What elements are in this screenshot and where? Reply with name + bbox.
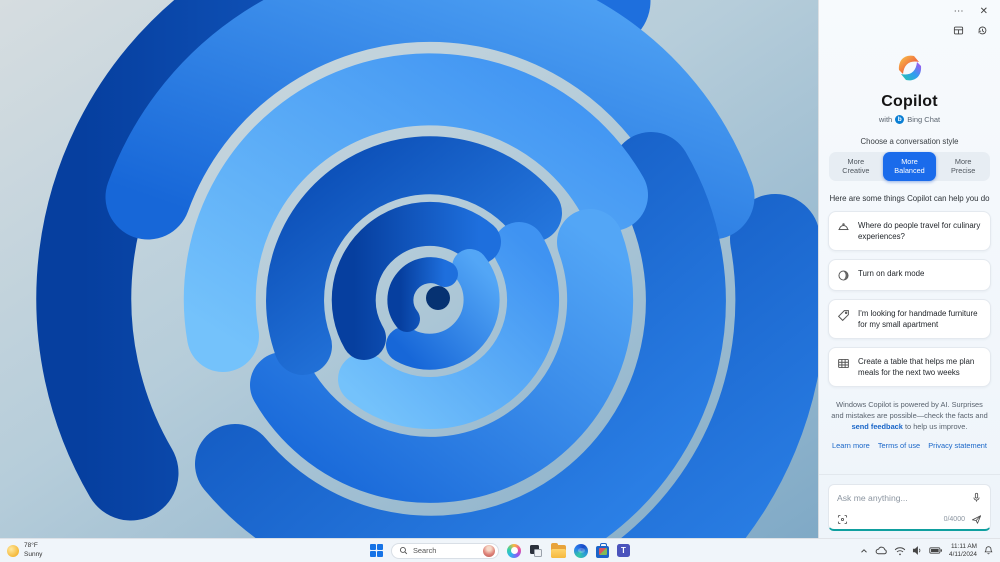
search-box[interactable]: Search — [391, 542, 499, 559]
terms-of-use-link[interactable]: Terms of use — [878, 441, 920, 450]
panel-title: Copilot — [881, 93, 938, 110]
disclaimer-text: Windows Copilot is powered by AI. Surpri… — [831, 400, 988, 421]
bing-logo-icon: b — [895, 115, 905, 124]
suggestion-text: I'm looking for handmade furniture for m… — [858, 309, 978, 330]
weather-widget[interactable]: 78°F Sunny — [7, 542, 42, 558]
panel-subtitle: with b Bing Chat — [819, 115, 1000, 124]
tag-icon — [837, 308, 850, 330]
privacy-statement-link[interactable]: Privacy statement — [928, 441, 987, 450]
disclaimer-text-2: to help us improve. — [902, 421, 968, 431]
microsoft-store-icon[interactable] — [596, 542, 609, 558]
taskbar: 78°F Sunny Search T 11:11 AM 4/11/2024 — [0, 538, 1000, 562]
wifi-icon[interactable] — [894, 546, 906, 556]
start-button[interactable] — [370, 544, 383, 557]
style-more-creative[interactable]: More Creative — [829, 152, 883, 181]
file-explorer-icon[interactable] — [551, 542, 566, 558]
conversation-style-picker: More Creative More Balanced More Precise — [829, 152, 990, 181]
subtitle-prefix: with — [878, 115, 893, 124]
style-more-balanced[interactable]: More Balanced — [882, 152, 937, 181]
hidden-icons-chevron[interactable] — [859, 546, 869, 556]
send-feedback-link[interactable]: send feedback — [852, 422, 903, 431]
dark-mode-icon — [837, 268, 850, 282]
layout-grid-icon[interactable] — [953, 25, 964, 36]
clock[interactable]: 11:11 AM 4/11/2024 — [949, 543, 977, 559]
more-options-icon[interactable]: ⋯ — [954, 7, 964, 17]
subtitle-brand: Bing Chat — [907, 115, 941, 124]
bloom-wallpaper-art — [0, 0, 820, 539]
tray-time: 11:11 AM — [950, 542, 977, 550]
sun-icon — [7, 544, 19, 557]
suggestion-cards: Where do people travel for culinary expe… — [819, 203, 1000, 388]
weather-condition: Sunny — [24, 550, 43, 558]
teams-icon[interactable]: T — [617, 544, 630, 557]
search-highlight-image — [483, 544, 495, 557]
copilot-logo-icon — [892, 50, 928, 86]
task-view-icon[interactable] — [529, 544, 543, 558]
suggestion-card-meal-table[interactable]: Create a table that helps me plan meals … — [828, 347, 991, 388]
learn-more-link[interactable]: Learn more — [832, 441, 870, 450]
ask-input[interactable] — [837, 492, 965, 503]
search-icon — [399, 546, 408, 555]
history-icon[interactable] — [977, 25, 988, 36]
battery-icon[interactable] — [929, 546, 943, 555]
screenshot-icon[interactable] — [837, 514, 848, 525]
notification-bell-icon[interactable] — [983, 545, 994, 556]
microphone-icon[interactable] — [971, 492, 982, 503]
suggestion-card-dark-mode[interactable]: Turn on dark mode — [828, 259, 991, 292]
system-tray: 11:11 AM 4/11/2024 — [859, 543, 994, 559]
suggestion-card-furniture[interactable]: I'm looking for handmade furniture for m… — [828, 299, 991, 340]
suggestion-text: Create a table that helps me plan meals … — [858, 357, 975, 378]
tray-date: 4/11/2024 — [949, 550, 977, 558]
composer-area: 0/4000 — [819, 474, 1000, 539]
suggestion-card-culinary[interactable]: Where do people travel for culinary expe… — [828, 210, 991, 252]
taskbar-center: Search T — [370, 542, 630, 559]
onedrive-cloud-icon[interactable] — [875, 545, 888, 556]
suggestions-heading: Here are some things Copilot can help yo… — [829, 193, 990, 203]
style-more-precise[interactable]: More Precise — [936, 152, 990, 181]
suggestion-text: Where do people travel for culinary expe… — [858, 220, 981, 242]
search-label: Search — [413, 546, 437, 555]
cloche-icon — [837, 220, 850, 242]
volume-icon[interactable] — [912, 545, 923, 556]
char-counter: 0/4000 — [943, 516, 965, 523]
weather-temp: 78°F — [24, 542, 38, 550]
conversation-style-label: Choose a conversation style — [860, 137, 959, 146]
legal-links: Learn more Terms of use Privacy statemen… — [832, 441, 987, 450]
composer-card: 0/4000 — [828, 484, 991, 531]
table-icon — [837, 356, 850, 378]
close-icon[interactable]: ✕ — [980, 7, 988, 17]
edge-browser-icon[interactable] — [574, 543, 588, 558]
suggestion-text: Turn on dark mode — [858, 269, 925, 279]
ai-disclaimer: Windows Copilot is powered by AI. Surpri… — [831, 400, 988, 432]
send-icon[interactable] — [971, 514, 982, 525]
copilot-panel: ⋯ ✕ Copilot with b Bing Chat Choose a co… — [818, 0, 1000, 539]
taskbar-copilot-icon[interactable] — [507, 543, 521, 558]
